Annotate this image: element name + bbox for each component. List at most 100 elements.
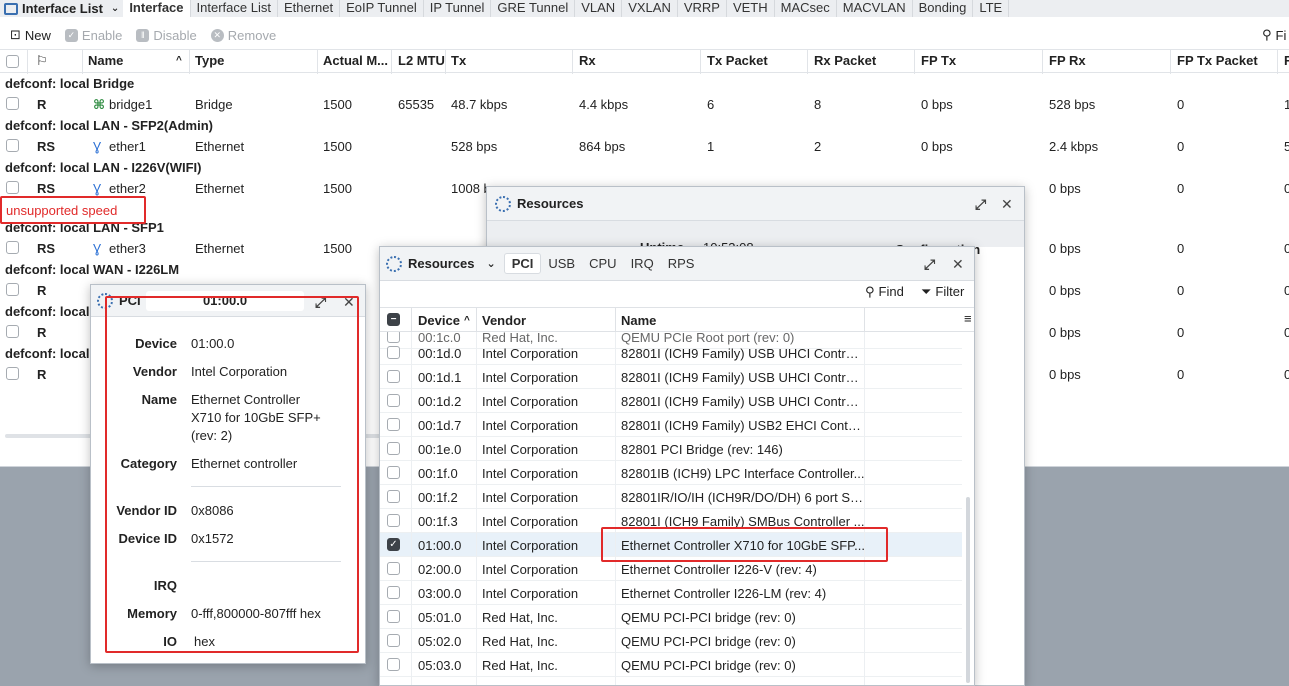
- row-name: 82801I (ICH9 Family) USB UHCI Controll..…: [621, 370, 865, 385]
- tab-veth[interactable]: VETH: [727, 0, 775, 17]
- col-fp-rx-packet[interactable]: F: [1284, 53, 1289, 68]
- find-button[interactable]: ⚲ Fi: [1262, 27, 1286, 43]
- tab-eoip-tunnel[interactable]: EoIP Tunnel: [340, 0, 424, 17]
- tab-macsec[interactable]: MACsec: [775, 0, 837, 17]
- table-row[interactable]: R ⌘ bridge1 Bridge 1500 65535 48.7 kbps …: [0, 94, 1289, 115]
- sort-asc-icon[interactable]: ^: [464, 315, 470, 326]
- row-vendor: Red Hat, Inc.: [482, 610, 558, 625]
- table-row[interactable]: 00:1d.1 Intel Corporation 82801I (ICH9 Fam…: [380, 365, 962, 389]
- table-row[interactable]: RS Ɣ ether1 Ethernet 1500 528 bps 864 bp…: [0, 136, 1289, 157]
- row-checkbox[interactable]: [6, 367, 19, 380]
- col-fp-rx[interactable]: FP Rx: [1049, 53, 1086, 68]
- chevron-down-icon[interactable]: ⌄: [111, 3, 119, 14]
- col-name[interactable]: Name: [621, 313, 656, 328]
- row-checkbox[interactable]: [387, 442, 400, 455]
- table-row[interactable]: 05:03.0 Red Hat, Inc. QEMU PCI-PCI bridge …: [380, 653, 962, 677]
- row-checkbox[interactable]: [6, 97, 19, 110]
- select-all-checkbox[interactable]: −: [387, 313, 400, 326]
- col-l2mtu[interactable]: L2 MTU: [398, 53, 445, 68]
- col-type[interactable]: Type: [195, 53, 224, 68]
- row-name: QEMU PCI-PCI bridge (rev: 0): [621, 634, 796, 649]
- row-checkbox[interactable]: [387, 610, 400, 623]
- tab-vxlan[interactable]: VXLAN: [622, 0, 678, 17]
- table-row[interactable]: 00:1f.0 Intel Corporation 82801IB (ICH9) L…: [380, 461, 962, 485]
- row-checkbox[interactable]: [387, 466, 400, 479]
- interface-list-menu[interactable]: Interface List ⌄: [0, 0, 123, 17]
- remove-button[interactable]: ✕ Remove: [210, 28, 276, 43]
- tab-rps[interactable]: RPS: [661, 254, 702, 273]
- row-checkbox[interactable]: [387, 490, 400, 503]
- table-row[interactable]: 05:02.0 Red Hat, Inc. QEMU PCI-PCI bridge …: [380, 629, 962, 653]
- col-fp-tx[interactable]: FP Tx: [921, 53, 956, 68]
- tab-gre-tunnel[interactable]: GRE Tunnel: [491, 0, 576, 17]
- tab-interface[interactable]: Interface: [123, 0, 191, 17]
- expand-icon[interactable]: ⤢: [975, 196, 986, 213]
- row-checkbox[interactable]: [6, 181, 19, 194]
- table-row[interactable]: 05:01.0 Red Hat, Inc. QEMU PCI-PCI bridge …: [380, 605, 962, 629]
- row-checkbox[interactable]: [6, 325, 19, 338]
- tab-lte[interactable]: LTE: [973, 0, 1010, 17]
- tab-ip-tunnel[interactable]: IP Tunnel: [424, 0, 492, 17]
- resources-window[interactable]: Resources ⌄ PCI USB CPU IRQ RPS ⤢ ✕ ⚲ Fin…: [379, 246, 975, 686]
- col-fp-tx-packet[interactable]: FP Tx Packet: [1177, 53, 1258, 68]
- row-checkbox[interactable]: [387, 418, 400, 431]
- row-mtu: 1500: [323, 241, 352, 256]
- row-checkbox[interactable]: [387, 394, 400, 407]
- tab-vrrp[interactable]: VRRP: [678, 0, 727, 17]
- select-all-checkbox[interactable]: [6, 55, 19, 68]
- col-actual-mtu[interactable]: Actual M...: [323, 53, 388, 68]
- filter-button[interactable]: ⏷ Filter: [921, 284, 964, 300]
- row-checkbox[interactable]: [6, 241, 19, 254]
- table-row[interactable]: 00:1d.2 Intel Corporation 82801I (ICH9 Fam…: [380, 389, 962, 413]
- row-checkbox[interactable]: [387, 514, 400, 527]
- table-row[interactable]: 00:1d.7 Intel Corporation 82801I (ICH9 Fam…: [380, 413, 962, 437]
- sort-asc-icon[interactable]: ^: [176, 55, 182, 66]
- tab-macvlan[interactable]: MACVLAN: [837, 0, 913, 17]
- col-name[interactable]: Name: [88, 53, 123, 68]
- chevron-down-icon[interactable]: ⌄: [486, 257, 495, 270]
- enable-button[interactable]: ✓ Enable: [64, 28, 122, 43]
- expand-icon[interactable]: ⤢: [924, 256, 935, 273]
- new-button[interactable]: ⊡ New: [10, 27, 51, 43]
- find-button[interactable]: ⚲ Find: [865, 284, 904, 300]
- col-vendor[interactable]: Vendor: [482, 313, 526, 328]
- tab-interface-list[interactable]: Interface List: [191, 0, 278, 17]
- col-device[interactable]: Device: [418, 313, 460, 328]
- row-fp-tx-packet: 0: [1177, 139, 1185, 154]
- tab-irq[interactable]: IRQ: [624, 254, 661, 273]
- table-row[interactable]: 03:00.0 Intel Corporation Ethernet Control…: [380, 581, 962, 605]
- table-row[interactable]: 00:1f.2 Intel Corporation 82801IR/IO/IH (I…: [380, 485, 962, 509]
- table-row[interactable]: 00:1e.0 Intel Corporation 82801 PCI Bridge…: [380, 437, 962, 461]
- tab-usb[interactable]: USB: [541, 254, 582, 273]
- row-checkbox[interactable]: [6, 283, 19, 296]
- disable-button[interactable]: ‖ Disable: [136, 28, 197, 43]
- resources-titlebar[interactable]: Resources ⌄ PCI USB CPU IRQ RPS ⤢ ✕: [380, 247, 974, 281]
- col-rx[interactable]: Rx: [579, 53, 596, 68]
- row-fp-rx: 528 bps: [1049, 97, 1096, 112]
- row-fp-rx-packet: 0: [1284, 367, 1289, 382]
- row-checkbox[interactable]: [387, 370, 400, 383]
- row-checkbox[interactable]: [387, 634, 400, 647]
- col-rx-packet[interactable]: Rx Packet: [814, 53, 876, 68]
- row-checkbox[interactable]: [6, 139, 19, 152]
- tab-pci[interactable]: PCI: [503, 253, 542, 274]
- col-tx-packet[interactable]: Tx Packet: [707, 53, 768, 68]
- row-checkbox[interactable]: [387, 346, 400, 359]
- tab-vlan[interactable]: VLAN: [575, 0, 623, 17]
- resources-back-titlebar[interactable]: Resources ⤢ ✕: [487, 187, 1024, 221]
- col-tx[interactable]: Tx: [451, 53, 466, 68]
- close-icon[interactable]: ✕: [1001, 196, 1013, 213]
- vertical-scrollbar[interactable]: [966, 497, 970, 683]
- row-flags: RS: [37, 139, 56, 154]
- row-checkbox[interactable]: [387, 562, 400, 575]
- columns-menu-icon[interactable]: ≡: [964, 311, 972, 326]
- flag-icon[interactable]: ⚐: [36, 53, 48, 69]
- tab-cpu[interactable]: CPU: [582, 254, 623, 273]
- tab-ethernet[interactable]: Ethernet: [278, 0, 341, 17]
- tab-bonding[interactable]: Bonding: [913, 0, 974, 17]
- close-icon[interactable]: ✕: [952, 256, 964, 273]
- row-checkbox[interactable]: [387, 586, 400, 599]
- table-row[interactable]: 00:1d.0 Intel Corporation 82801I (ICH9 Fam…: [380, 341, 962, 365]
- row-checkbox-checked[interactable]: ✓: [387, 538, 400, 551]
- row-checkbox[interactable]: [387, 658, 400, 671]
